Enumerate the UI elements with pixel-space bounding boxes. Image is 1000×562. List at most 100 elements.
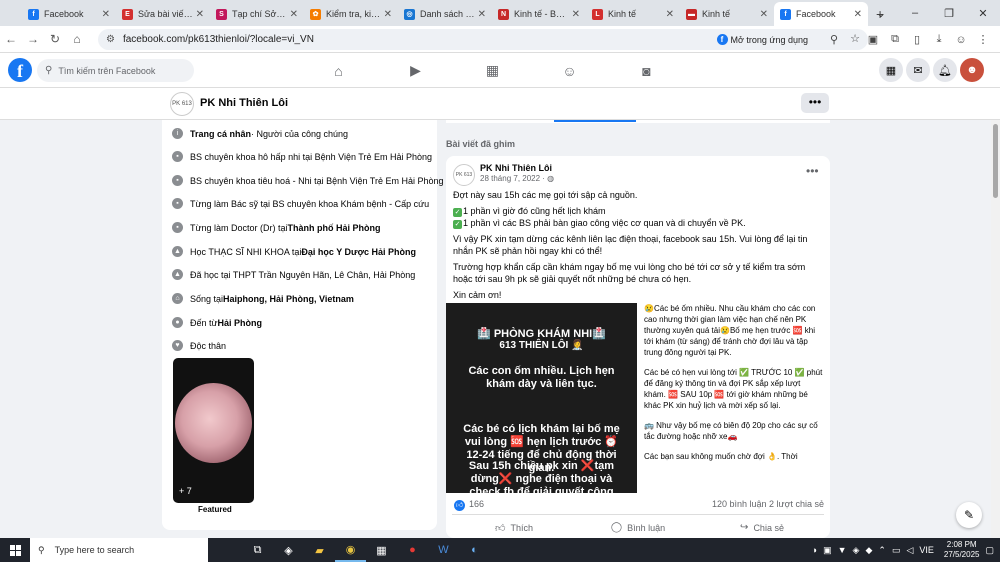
url-field[interactable]: ⚙ facebook.com/pk613thienloi/?locale=vi_… [98,29,868,50]
taskbar-apps: ⧉ ◈ ▰ ◉ ▦ ● W ◐ [242,538,490,562]
page-avatar[interactable]: PK 613 [170,92,194,116]
marketplace-nav-icon[interactable]: ▦ [454,53,531,88]
close-window-icon[interactable]: ✕ [966,7,1000,20]
split-icon[interactable]: ▯ [906,33,928,46]
tab-close-icon[interactable]: ✕ [196,9,204,20]
windows-start-icon[interactable] [0,538,30,562]
page-name[interactable]: PK Nhi Thiên Lôi [200,97,288,109]
browser-tab[interactable]: N Kinh tế - Báo N✕ [492,2,586,26]
scrollbar-thumb[interactable] [993,124,998,198]
featured-photo[interactable]: + 7 [173,358,254,503]
page-scrollbar[interactable] [991,120,1000,538]
reload-icon[interactable]: ↻ [44,32,66,46]
back-icon[interactable]: ← [0,32,22,46]
messaging-app-icon[interactable]: ● [397,538,428,562]
taskbar-search-input[interactable]: ⚲ Type here to search [30,538,208,562]
intro-item-text[interactable]: Thành phố Hải Phòng [288,223,381,233]
speaker-icon[interactable]: ◁ [906,545,913,556]
tray-app-icon[interactable]: ▼ [838,545,847,555]
browser-tab[interactable]: f Facebook ✕ [774,2,868,26]
share-label: Chia sẻ [753,522,784,533]
language-indicator[interactable]: VIE [919,545,934,555]
chevron-down-icon[interactable]: ⌄ [864,7,898,20]
comments-shares-count[interactable]: 120 bình luận 2 lượt chia sẻ [712,499,824,509]
extensions-icon[interactable]: ⧉ [884,33,906,46]
bookmark-star-icon[interactable]: ☆ [850,32,860,45]
like-button[interactable]: 👍︎ Thích [452,515,576,538]
notifications-bell-icon[interactable]: 🔔︎ [933,58,957,82]
browser-tab[interactable]: E Sửa bài viết - E✕ [116,2,210,26]
remote-desktop-icon[interactable]: ◐ [459,538,490,562]
browser-tab[interactable]: S Tạp chí Sở hữu✕ [210,2,304,26]
post-image-text[interactable]: 😢Các bé ốm nhiều. Nhu cầu khám cho các c… [644,303,824,493]
tab-close-icon[interactable]: ✕ [572,9,580,20]
open-in-app-button[interactable]: f Mở trong ứng dụng [716,32,808,47]
groups-nav-icon[interactable]: ☺ [531,53,608,88]
post-options-icon[interactable]: ••• [806,164,819,178]
tab-close-icon[interactable]: ✕ [666,9,674,20]
share-button[interactable]: ↪ Chia sẻ [700,515,824,538]
minimize-icon[interactable]: – [898,7,932,19]
menu-icon[interactable]: ⋮ [972,33,994,46]
tray-app-icon[interactable]: ◆ [865,545,872,556]
file-explorer-icon[interactable]: ▰ [304,538,335,562]
menu-grid-icon[interactable]: ▦ [879,58,903,82]
home-icon[interactable]: ⌂ [66,32,88,46]
post-date[interactable]: 28 tháng 7, 2022 · ◍ [480,174,554,183]
gaming-nav-icon[interactable]: ◙ [608,53,685,88]
more-options-button[interactable]: ••• [801,93,829,113]
zoom-search-icon[interactable]: ⚲ [830,33,838,46]
intro-item-text[interactable]: Đại học Y Dược Hải Phòng [301,247,416,257]
browser-tab[interactable]: L Kinh tế ✕ [586,2,680,26]
post-line-text: 1 phần vì giờ đó cũng hết lịch khám [463,206,606,216]
comment-icon: ◯ [610,522,623,533]
like-count[interactable]: 166 [469,499,484,509]
download-icon[interactable]: ⤓ [928,33,950,46]
facebook-header: f ⚲ Tìm kiếm trên Facebook ⌂ ▶ ▦ ☺ ◙ ▦ ✉… [0,53,1000,88]
account-avatar[interactable]: ☻ [960,58,984,82]
chevron-up-icon[interactable]: ⌃ [878,545,886,556]
tab-close-icon[interactable]: ✕ [854,9,862,20]
forward-icon[interactable]: → [22,32,44,46]
post-author-avatar[interactable]: PK 613 [453,164,475,186]
poster-paragraph: Các con ốm nhiều. Lịch hẹn khám dày và l… [468,365,615,390]
copilot-icon[interactable]: ◈ [273,538,304,562]
notifications-icon[interactable]: ▢ [985,545,994,556]
browser-tab[interactable]: f Facebook ✕ [22,2,116,26]
intro-item-icon: ▲ [172,246,183,257]
store-icon[interactable]: ▦ [366,538,397,562]
site-info-icon[interactable]: ⚙ [106,34,115,45]
profile-icon[interactable]: ☺ [950,34,972,46]
task-view-icon[interactable]: ⧉ [242,538,273,562]
tab-close-icon[interactable]: ✕ [478,9,486,20]
tray-app-icon[interactable]: ◈ [853,545,860,556]
facebook-search-input[interactable]: ⚲ Tìm kiếm trên Facebook [37,59,194,82]
intro-item: ⌂ Sống tại Haiphong, Hải Phòng, Vietnam [172,293,354,304]
tray-app-icon[interactable]: ▣ [823,545,832,556]
word-icon[interactable]: W [428,538,459,562]
tray-app-icon[interactable]: ◑ [812,545,817,555]
home-nav-icon[interactable]: ⌂ [300,53,377,88]
tab-close-icon[interactable]: ✕ [760,9,768,20]
tab-close-icon[interactable]: ✕ [102,9,110,20]
media-icon[interactable]: ▣ [862,33,884,46]
comment-button[interactable]: ◯ Bình luận [576,515,700,538]
messenger-icon[interactable]: ✉ [906,58,930,82]
clock[interactable]: 2:08 PM 27/5/2025 [944,540,980,560]
facebook-logo-icon[interactable]: f [8,58,32,82]
video-nav-icon[interactable]: ▶ [377,53,454,88]
new-message-icon[interactable]: ✎ [956,502,982,528]
post-image-poster[interactable]: 🏥 PHÒNG KHÁM NHI🏥 613 THIÊN LÔI 👩‍⚕️ Các… [446,303,637,498]
intro-item-text[interactable]: Trang cá nhân [190,129,251,139]
chrome-icon[interactable]: ◉ [335,538,366,562]
intro-item-text[interactable]: Haiphong, Hải Phòng, Vietnam [223,294,354,304]
tab-close-icon[interactable]: ✕ [290,9,298,20]
browser-tab[interactable]: ◎ Danh sách tin ✕ [398,2,492,26]
restore-icon[interactable]: ❐ [932,7,966,20]
network-icon[interactable]: ▭ [892,545,901,556]
intro-item-text[interactable]: Hải Phòng [218,318,263,328]
browser-tab[interactable]: ▬ Kinh tế ✕ [680,2,774,26]
browser-tab[interactable]: ✿ Kiểm tra, kiểm ✕ [304,2,398,26]
tab-close-icon[interactable]: ✕ [384,9,392,20]
post-author[interactable]: PK Nhi Thiên Lôi [480,163,552,173]
